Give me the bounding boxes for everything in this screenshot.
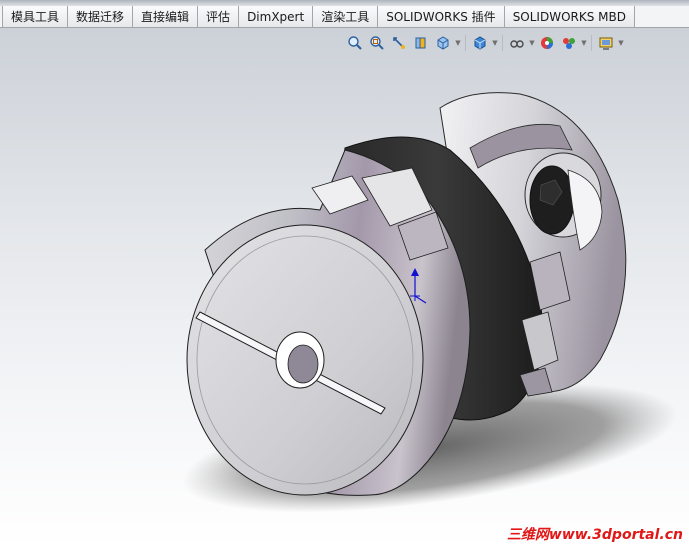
chevron-down-icon[interactable]: ▼ [617, 32, 625, 54]
watermark-text: 三维网www.3dportal.cn [506, 527, 683, 543]
zoom-to-area-icon[interactable] [366, 32, 388, 54]
apply-scene-icon[interactable] [558, 32, 580, 54]
toolbar-separator [465, 35, 466, 51]
front-hub [186, 149, 471, 496]
edit-appearance-icon[interactable] [536, 32, 558, 54]
chevron-down-icon[interactable]: ▼ [454, 32, 462, 54]
heads-up-view-toolbar: ▼ ▼ ▼ ▼ ▼ [344, 30, 625, 56]
section-view-icon[interactable] [410, 32, 432, 54]
view-orientation-icon[interactable] [432, 32, 454, 54]
view-settings-icon[interactable] [595, 32, 617, 54]
zoom-to-fit-icon[interactable] [344, 32, 366, 54]
toolbar-separator [591, 35, 592, 51]
previous-view-icon[interactable] [388, 32, 410, 54]
chevron-down-icon[interactable]: ▼ [491, 32, 499, 54]
graphics-area[interactable] [0, 0, 689, 548]
hide-show-items-icon[interactable] [506, 32, 528, 54]
chevron-down-icon[interactable]: ▼ [528, 32, 536, 54]
display-style-icon[interactable] [469, 32, 491, 54]
toolbar-separator [502, 35, 503, 51]
chevron-down-icon[interactable]: ▼ [580, 32, 588, 54]
